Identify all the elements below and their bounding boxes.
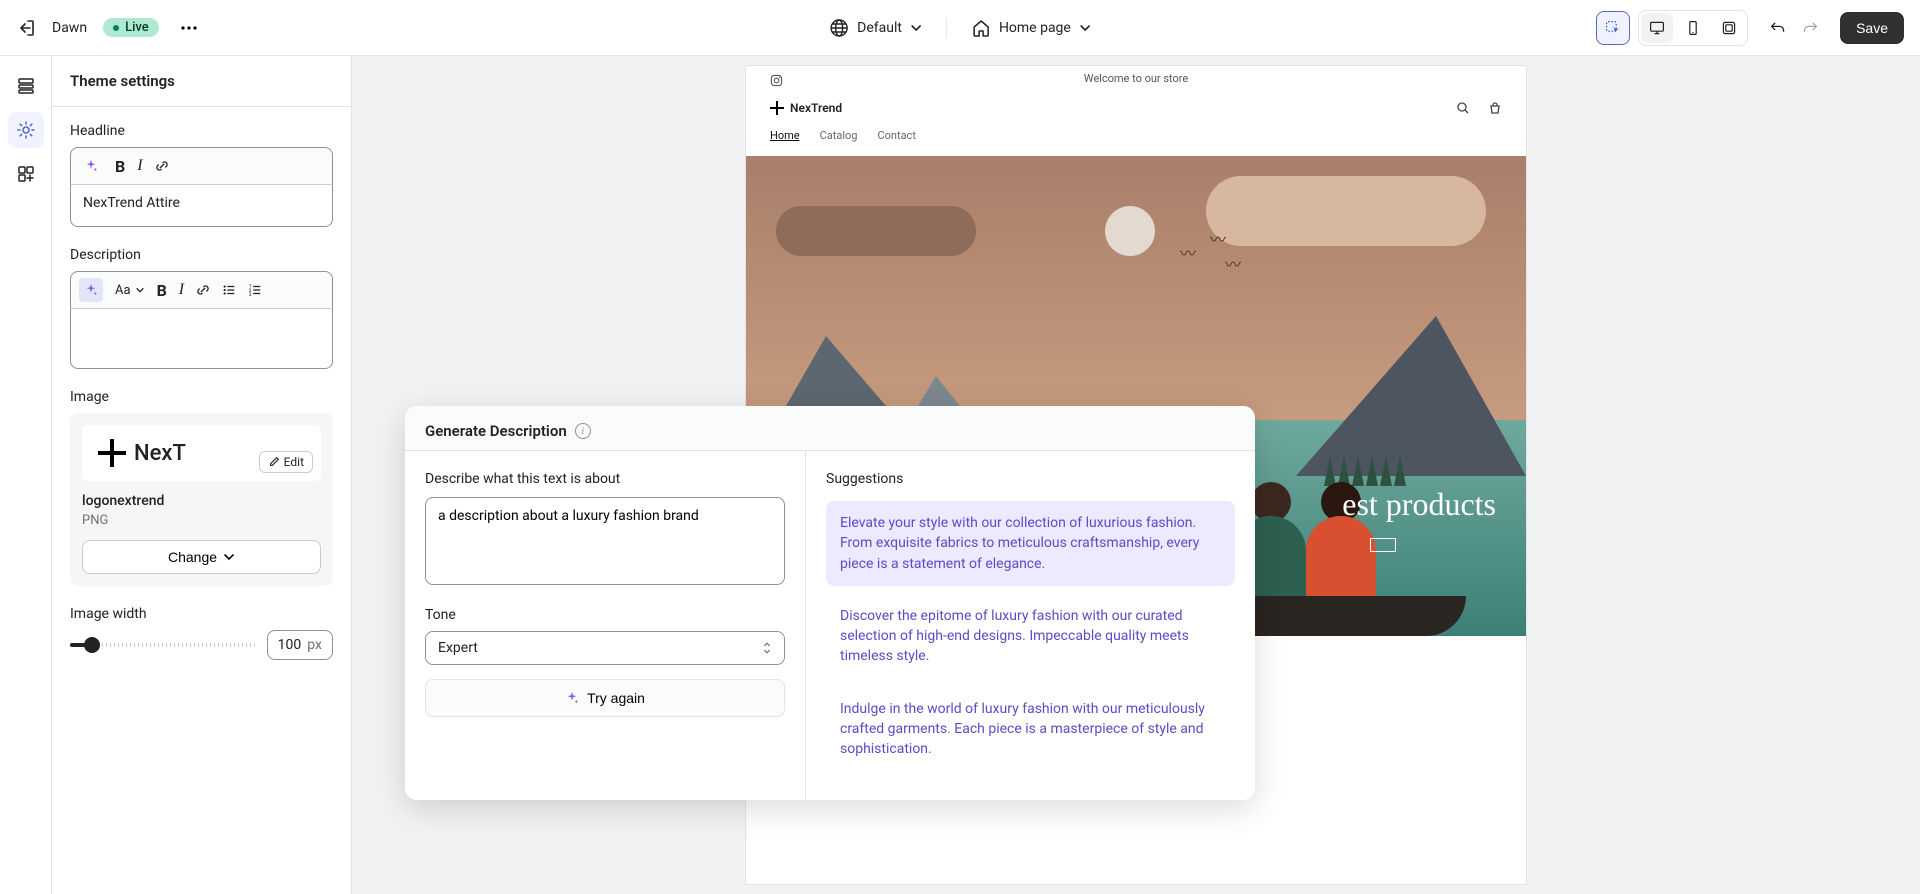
edit-image-button[interactable]: Edit [259,451,313,473]
chevron-down-icon [910,22,922,34]
preview-nav: Home Catalog Contact [746,125,1526,156]
locale-label: Default [857,20,902,36]
link-button[interactable] [155,159,169,173]
suggestion-item[interactable]: Indulge in the world of luxury fashion w… [826,687,1235,772]
exit-icon[interactable] [16,18,36,38]
link-button[interactable] [196,283,210,297]
headline-label: Headline [70,123,333,139]
image-width-slider[interactable] [70,643,255,647]
cart-icon[interactable] [1488,101,1502,115]
headline-toolbar: B I [70,147,333,185]
mobile-view-button[interactable] [1677,13,1709,43]
image-label: Image [70,389,333,405]
image-filename: logonextrend [82,493,321,509]
image-width-label: Image width [70,606,333,622]
ai-sparkle-button[interactable] [79,154,103,178]
announcement-bar: Welcome to our store [746,66,1526,91]
italic-button[interactable]: I [179,281,184,299]
suggestion-item[interactable]: Discover the epitome of luxury fashion w… [826,594,1235,679]
svg-text:3: 3 [249,293,252,297]
headline-input[interactable]: NexTrend Attire [70,185,333,227]
tone-label: Tone [425,607,785,623]
left-rail [0,56,52,894]
bold-button[interactable]: B [157,281,167,300]
settings-sidebar: Theme settings Headline B I NexTrend Att… [52,56,352,894]
sections-button[interactable] [8,68,44,104]
popup-title: Generate Description [425,422,567,440]
live-badge: Live [103,18,159,37]
suggestion-item[interactable]: Elevate your style with our collection o… [826,501,1235,586]
sparkle-icon [565,691,579,705]
theme-name: Dawn [52,20,87,36]
nav-contact[interactable]: Contact [877,129,915,142]
chevron-down-icon [223,551,235,563]
description-input[interactable] [70,309,333,369]
instagram-icon[interactable] [770,74,783,87]
undo-button[interactable] [1764,14,1792,42]
description-label: Description [70,247,333,263]
hero-cta-button[interactable] [1370,538,1396,552]
paragraph-style-button[interactable]: Aa [115,283,145,298]
preview-brand[interactable]: NexTrend [770,101,842,115]
bold-button[interactable]: B [115,157,125,176]
main-area: Theme settings Headline B I NexTrend Att… [0,56,1920,894]
select-arrows-icon [762,640,772,656]
try-again-button[interactable]: Try again [425,679,785,717]
nav-catalog[interactable]: Catalog [820,129,858,142]
nav-home[interactable]: Home [770,129,800,142]
desktop-view-button[interactable] [1641,13,1673,43]
numbered-list-button[interactable]: 123 [248,283,262,297]
globe-icon [829,18,849,38]
hero-heading: est products [1342,486,1496,523]
image-block: NexT Edit logonextrend PNG Change [70,413,333,586]
divider [946,18,947,38]
info-icon[interactable]: i [575,423,591,439]
viewport-switcher [1638,10,1748,46]
image-filetype: PNG [82,513,321,528]
logo-preview: NexT [98,439,186,467]
save-button[interactable]: Save [1840,12,1904,44]
home-icon [971,18,991,38]
sidebar-title: Theme settings [52,56,351,107]
description-toolbar: Aa B I 123 [70,271,333,309]
page-label: Home page [999,20,1071,36]
prompt-label: Describe what this text is about [425,471,785,487]
top-bar: Dawn Live Default Home page [0,0,1920,56]
prompt-input[interactable]: a description about a luxury fashion bra… [425,497,785,585]
page-selector[interactable]: Home page [971,18,1091,38]
fullscreen-view-button[interactable] [1713,13,1745,43]
ai-sparkle-button[interactable] [79,278,103,302]
search-icon[interactable] [1456,101,1470,115]
apps-button[interactable] [8,156,44,192]
change-image-button[interactable]: Change [82,540,321,574]
italic-button[interactable]: I [137,157,142,175]
more-menu-button[interactable] [175,14,203,42]
suggestions-title: Suggestions [826,471,1235,487]
tone-select[interactable]: Expert [425,631,785,665]
chevron-down-icon [1079,22,1091,34]
bullet-list-button[interactable] [222,283,236,297]
settings-button[interactable] [8,112,44,148]
redo-button[interactable] [1796,14,1824,42]
inspector-button[interactable] [1596,11,1630,45]
locale-selector[interactable]: Default [829,18,922,38]
image-width-value[interactable]: 100 px [267,630,333,660]
generate-description-popup: Generate Description i Describe what thi… [405,406,1255,800]
image-thumbnail[interactable]: NexT Edit [82,425,321,481]
